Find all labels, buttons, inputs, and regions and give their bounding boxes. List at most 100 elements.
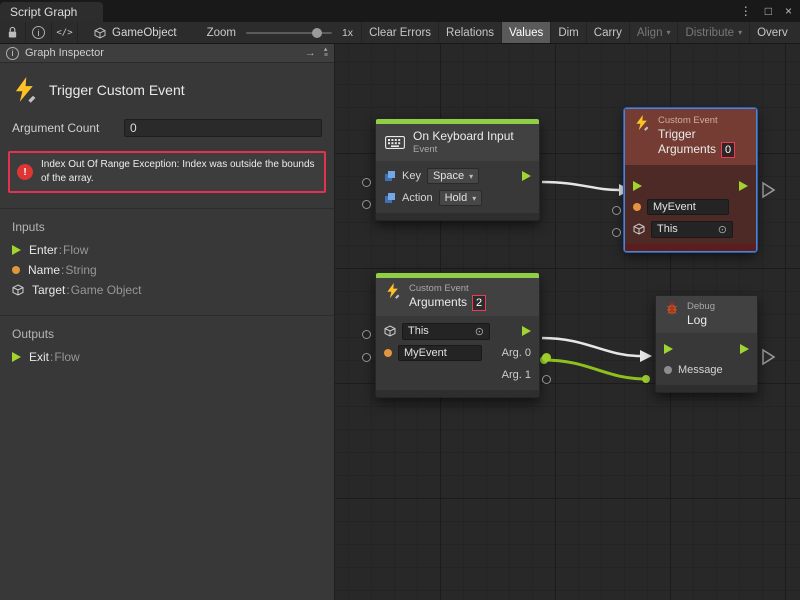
chevron-down-icon: ▾ bbox=[469, 172, 473, 181]
argument-count-input[interactable] bbox=[124, 119, 322, 137]
node-debug-log[interactable]: Debug Log Message bbox=[655, 295, 758, 393]
gameobject-label: GameObject bbox=[112, 27, 177, 39]
arg1-label: Arg. 1 bbox=[502, 369, 531, 381]
object-picker-icon[interactable]: ⊙ bbox=[718, 223, 727, 236]
name-input-port[interactable] bbox=[362, 353, 371, 362]
wire-arrowhead bbox=[640, 350, 652, 362]
distribute-button[interactable]: Distribute▾ bbox=[677, 22, 749, 44]
close-icon[interactable]: × bbox=[785, 4, 792, 18]
flow-output-port[interactable] bbox=[522, 326, 531, 336]
input-pin-target: Target:Game Object bbox=[0, 280, 334, 300]
action-dropdown[interactable]: Hold▾ bbox=[439, 190, 483, 206]
dim-button[interactable]: Dim bbox=[550, 22, 585, 44]
arg0-output-port[interactable] bbox=[542, 353, 551, 362]
graph-inspector-panel: i Graph Inspector → ▴ ≡ Trigger Custom E… bbox=[0, 44, 335, 600]
output-pin-exit: Exit:Flow bbox=[0, 347, 334, 367]
tab-bar: Script Graph ⋮ □ × bbox=[0, 0, 800, 22]
align-button[interactable]: Align▾ bbox=[629, 22, 678, 44]
flow-output-port[interactable] bbox=[739, 181, 748, 191]
argument-count-badge: 2 bbox=[472, 295, 486, 311]
gameobject-cube-icon bbox=[94, 27, 106, 39]
code-icon[interactable]: </> bbox=[52, 22, 78, 44]
gameobject-selector[interactable]: GameObject bbox=[94, 27, 177, 39]
wire-endpoint bbox=[642, 375, 650, 383]
name-input-port[interactable] bbox=[612, 206, 621, 215]
tab-script-graph[interactable]: Script Graph bbox=[0, 2, 103, 22]
message-label: Message bbox=[678, 364, 723, 376]
custom-event-icon bbox=[634, 115, 650, 131]
flow-input-port[interactable] bbox=[664, 344, 673, 354]
node-footer bbox=[376, 213, 539, 220]
window-menu-icon[interactable]: ⋮ bbox=[740, 4, 752, 18]
zoom-slider-knob[interactable] bbox=[312, 28, 322, 38]
key-input-port[interactable] bbox=[362, 178, 371, 187]
target-dropdown[interactable]: This⊙ bbox=[402, 323, 490, 340]
clear-errors-button[interactable]: Clear Errors bbox=[361, 22, 438, 44]
node-subtitle-arguments: Arguments0 bbox=[658, 142, 735, 158]
node-footer bbox=[625, 244, 756, 251]
keyboard-icon bbox=[385, 136, 405, 149]
wire-keyboard-to-trigger bbox=[542, 182, 619, 190]
info-icon: i bbox=[6, 47, 19, 60]
carry-button[interactable]: Carry bbox=[586, 22, 629, 44]
info-icon[interactable]: i bbox=[26, 22, 52, 44]
flow-output-port[interactable] bbox=[740, 344, 749, 354]
flow-arrow-icon bbox=[12, 352, 21, 362]
tab-title: Script Graph bbox=[10, 5, 77, 19]
unit-title: Trigger Custom Event bbox=[49, 82, 185, 98]
target-dropdown[interactable]: This⊙ bbox=[651, 221, 733, 238]
input-pin-enter: Enter:Flow bbox=[0, 240, 334, 260]
error-banner: ! Index Out Of Range Exception: Index wa… bbox=[8, 151, 326, 193]
panel-scrollbar[interactable]: ▴ ≡ bbox=[324, 47, 328, 59]
overview-button[interactable]: Overv bbox=[749, 22, 795, 44]
node-custom-event-arguments[interactable]: Custom Event Arguments2 This⊙ MyEvent Ar… bbox=[375, 272, 540, 398]
message-dot-icon bbox=[664, 366, 672, 374]
lock-icon[interactable] bbox=[0, 22, 26, 44]
zoom-slider[interactable] bbox=[246, 32, 332, 34]
node-category: Custom Event bbox=[658, 115, 735, 127]
wire-args-to-debug bbox=[542, 338, 640, 356]
cube-icon bbox=[12, 284, 24, 296]
node-title: Log bbox=[687, 313, 715, 328]
relations-button[interactable]: Relations bbox=[438, 22, 501, 44]
node-title-arguments: Arguments2 bbox=[409, 295, 486, 311]
keycode-icon bbox=[384, 170, 396, 182]
arg1-output-port[interactable] bbox=[542, 375, 551, 384]
action-input-port[interactable] bbox=[362, 200, 371, 209]
action-label: Action bbox=[402, 192, 433, 204]
flow-arrow-icon bbox=[12, 245, 21, 255]
input-pin-name: Name:String bbox=[0, 260, 334, 280]
inputs-header: Inputs bbox=[0, 209, 334, 240]
unit-title-block: Trigger Custom Event bbox=[0, 63, 334, 119]
node-category: Debug bbox=[687, 301, 715, 313]
target-input-port[interactable] bbox=[362, 330, 371, 339]
node-trigger-custom-event[interactable]: Custom Event Trigger Arguments0 MyEvent bbox=[624, 108, 757, 252]
object-picker-icon[interactable]: ⊙ bbox=[475, 325, 484, 338]
node-on-keyboard-input[interactable]: On Keyboard Input Event Key Space▾ Actio… bbox=[375, 118, 540, 221]
values-button[interactable]: Values bbox=[501, 22, 550, 44]
target-input-port[interactable] bbox=[612, 228, 621, 237]
node-footer bbox=[656, 385, 757, 392]
graph-inspector-header: i Graph Inspector → ▴ ≡ bbox=[0, 44, 334, 63]
scroll-menu-icon[interactable]: ≡ bbox=[324, 53, 328, 59]
dock-icon[interactable]: → bbox=[305, 47, 316, 59]
graph-inspector-title: Graph Inspector bbox=[25, 47, 104, 59]
string-dot-icon bbox=[633, 203, 641, 211]
key-dropdown[interactable]: Space▾ bbox=[427, 168, 479, 184]
argument-count-badge: 0 bbox=[721, 142, 735, 158]
event-name-field[interactable]: MyEvent bbox=[647, 199, 729, 215]
node-category: Custom Event bbox=[409, 283, 486, 295]
cube-icon bbox=[633, 223, 645, 235]
custom-event-icon bbox=[12, 77, 38, 103]
event-name-field[interactable]: MyEvent bbox=[398, 345, 482, 361]
node-subtitle: Event bbox=[413, 144, 514, 156]
maximize-icon[interactable]: □ bbox=[765, 4, 772, 18]
error-message: Index Out Of Range Exception: Index was … bbox=[41, 158, 317, 186]
flow-input-port[interactable] bbox=[633, 181, 642, 191]
flow-output-port[interactable] bbox=[522, 171, 531, 181]
play-marker-icon bbox=[763, 350, 774, 364]
play-marker-icon bbox=[763, 183, 774, 197]
argument-count-row: Argument Count bbox=[0, 119, 334, 137]
action-icon bbox=[384, 192, 396, 204]
graph-canvas[interactable]: On Keyboard Input Event Key Space▾ Actio… bbox=[335, 44, 800, 600]
